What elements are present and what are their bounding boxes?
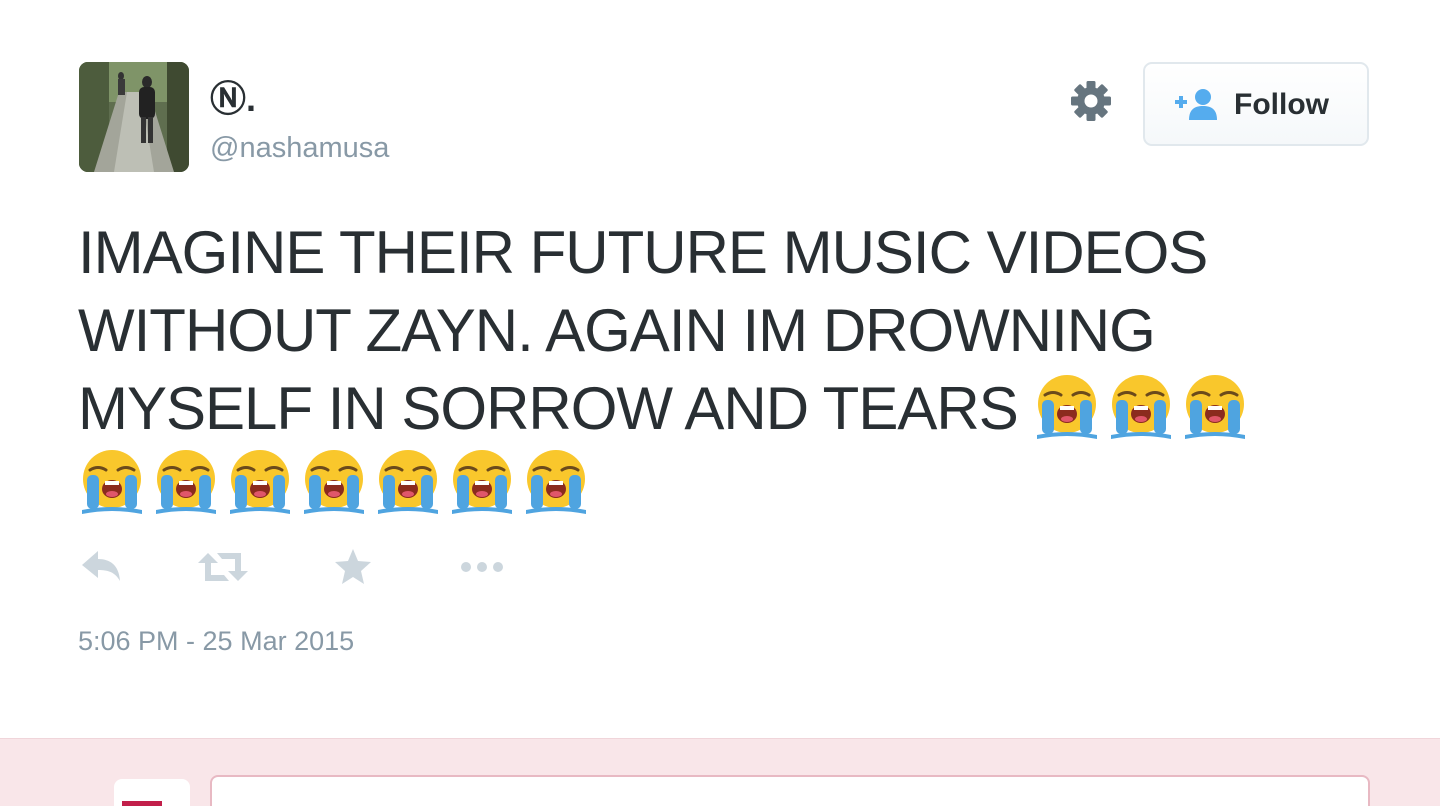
loudly-crying-face-icon xyxy=(1037,375,1098,439)
follow-user-plus-icon xyxy=(1175,89,1217,120)
tweet-text-line: WITHOUT ZAYN. AGAIN IM DROWNING xyxy=(78,297,1156,364)
tweet-text-segment: MYSELF IN SORROW AND TEARS xyxy=(78,375,1019,442)
tweet-actions xyxy=(78,545,538,589)
loudly-crying-face-icon xyxy=(156,450,216,514)
emoji-group xyxy=(78,448,1368,526)
tweet-timestamp[interactable]: 5:06 PM - 25 Mar 2015 xyxy=(78,624,354,658)
loudly-crying-face-icon xyxy=(230,450,290,514)
tweet-text: IMAGINE THEIR FUTURE MUSIC VIDEOS WITHOU… xyxy=(78,214,1368,526)
tweet-text-line: IMAGINE THEIR FUTURE MUSIC VIDEOS xyxy=(78,219,1208,286)
loudly-crying-face-icon xyxy=(1185,375,1246,439)
loudly-crying-face-icon xyxy=(378,450,438,514)
avatar-photo xyxy=(79,62,189,172)
author-handle[interactable]: @nashamusa xyxy=(210,130,389,166)
emoji-group xyxy=(1033,375,1255,442)
gear-icon[interactable] xyxy=(1068,78,1114,124)
loudly-crying-face-icon xyxy=(1111,375,1172,439)
tweet-card: Ⓝ. @nashamusa Follow IMAGINE THEIR FUTUR… xyxy=(0,0,1440,738)
reply-icon[interactable] xyxy=(80,545,122,589)
reply-area xyxy=(0,738,1440,806)
loudly-crying-face-icon xyxy=(304,450,364,514)
author-display-name[interactable]: Ⓝ. xyxy=(210,77,256,121)
author-avatar[interactable] xyxy=(79,62,189,172)
tweet-page: Ⓝ. @nashamusa Follow IMAGINE THEIR FUTUR… xyxy=(0,0,1440,806)
loudly-crying-face-icon xyxy=(452,450,512,514)
reply-input[interactable] xyxy=(210,775,1370,806)
current-user-avatar-mark xyxy=(122,801,162,806)
loudly-crying-face-icon xyxy=(82,450,142,514)
follow-button[interactable]: Follow xyxy=(1143,62,1369,146)
more-dots-icon[interactable] xyxy=(458,545,506,589)
retweet-icon[interactable] xyxy=(198,545,248,589)
loudly-crying-face-icon xyxy=(526,450,586,514)
current-user-avatar xyxy=(114,779,190,806)
tweet-text-line: MYSELF IN SORROW AND TEARS xyxy=(78,370,1368,448)
follow-label: Follow xyxy=(1234,88,1329,121)
star-icon[interactable] xyxy=(333,545,373,589)
